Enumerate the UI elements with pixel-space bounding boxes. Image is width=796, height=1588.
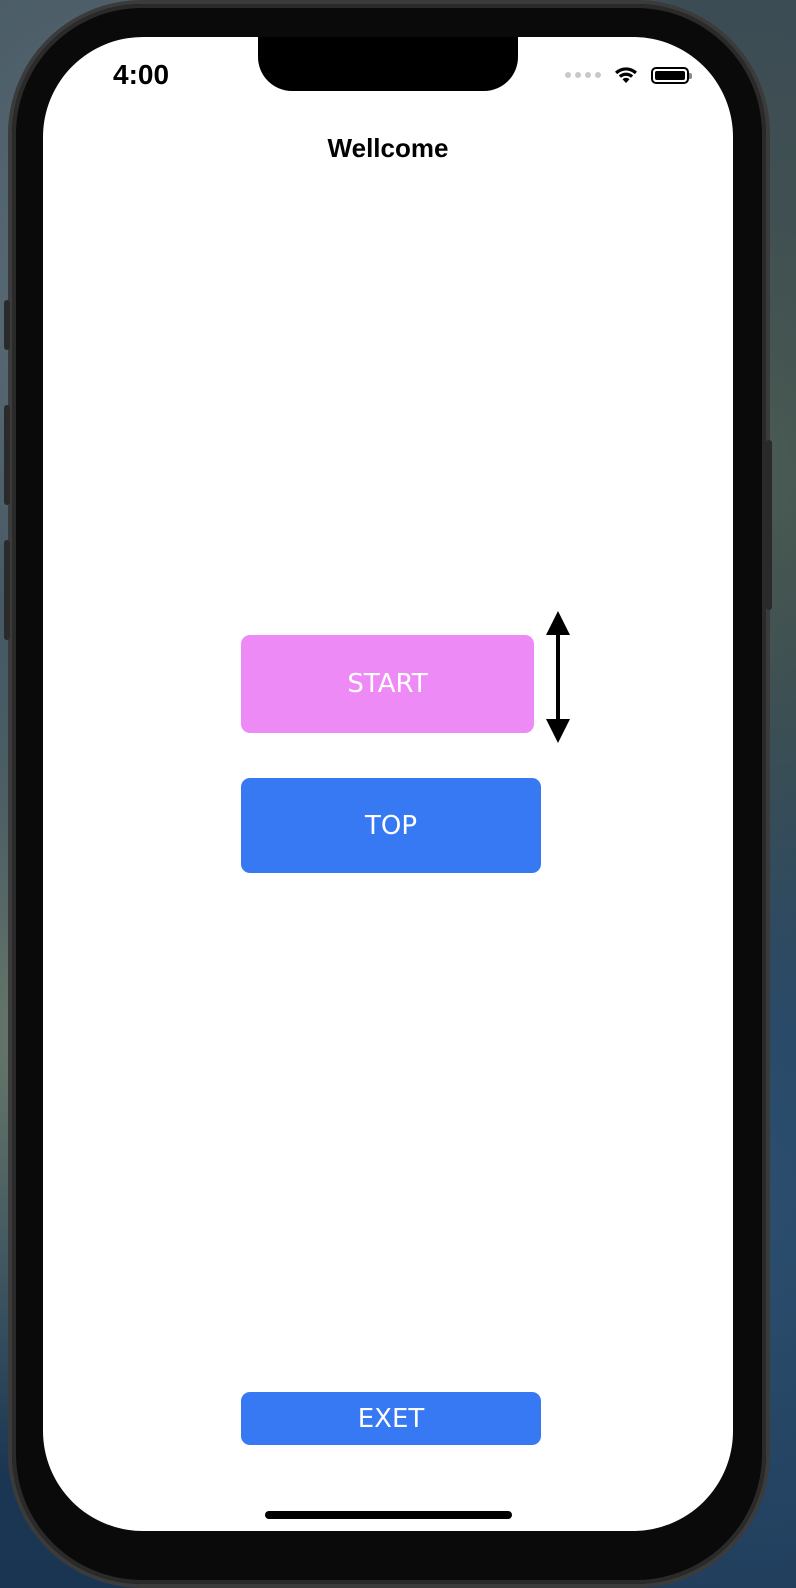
page-title: Wellcome xyxy=(327,133,449,163)
status-time: 4:00 xyxy=(113,59,170,90)
status-icons xyxy=(565,65,692,85)
start-button[interactable]: START xyxy=(241,635,534,733)
wifi-icon xyxy=(615,67,637,83)
volume-up-button xyxy=(4,405,10,505)
mute-switch xyxy=(4,300,10,350)
app-screen: 4:00 Wellcome START TOP EXET xyxy=(43,37,733,1531)
top-button[interactable]: TOP xyxy=(241,778,541,873)
notch xyxy=(258,37,518,91)
volume-down-button xyxy=(4,540,10,640)
vertical-double-arrow-icon xyxy=(546,611,570,743)
power-button xyxy=(766,440,772,610)
exit-button[interactable]: EXET xyxy=(241,1392,541,1445)
home-indicator[interactable] xyxy=(265,1511,512,1519)
cellular-signal-icon xyxy=(565,72,601,78)
battery-icon xyxy=(651,66,692,84)
